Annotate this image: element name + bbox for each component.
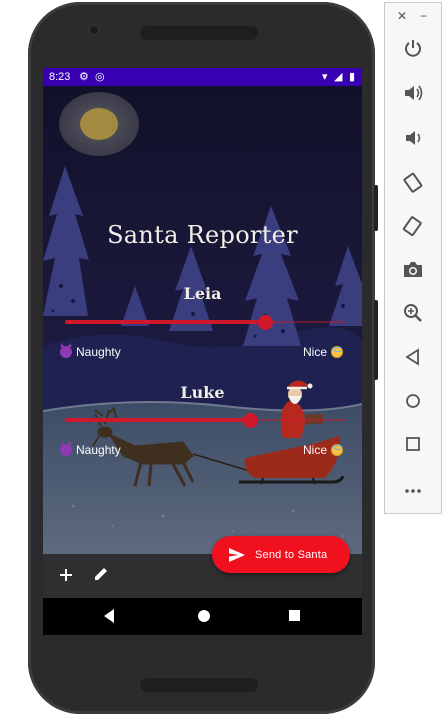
slider-inactive-track bbox=[265, 321, 345, 323]
naughty-label-leia: Naughty bbox=[60, 343, 121, 359]
back-icon[interactable] bbox=[402, 346, 424, 368]
naughty-label-text: Naughty bbox=[76, 345, 121, 359]
bottom-speaker bbox=[140, 678, 258, 692]
top-speaker bbox=[140, 26, 258, 40]
moon bbox=[80, 108, 118, 140]
settings-icon: ⚙ bbox=[79, 71, 89, 83]
power-side-button bbox=[374, 185, 378, 231]
smiling-emoji-icon bbox=[331, 346, 344, 358]
slider-active-track bbox=[65, 418, 250, 422]
more-icon[interactable] bbox=[402, 480, 424, 502]
wifi-icon: ▾ bbox=[322, 71, 328, 83]
slider-thumb[interactable] bbox=[243, 413, 258, 428]
status-bar: 8:23 ⚙ ◎ ▾ ◢ ▮ bbox=[43, 68, 362, 86]
send-icon bbox=[229, 547, 245, 562]
nav-back-icon[interactable] bbox=[102, 608, 116, 624]
sync-icon: ◎ bbox=[95, 71, 105, 83]
status-time: 8:23 bbox=[49, 71, 71, 83]
front-camera bbox=[88, 24, 100, 36]
child-name-luke: Luke bbox=[180, 383, 225, 402]
night-scene-background: Santa Reporter Leia Naughty Nice Luke Na… bbox=[43, 86, 362, 554]
naughty-label-text: Naughty bbox=[76, 443, 121, 457]
volume-down-icon[interactable] bbox=[402, 127, 424, 149]
nice-label-leia: Nice bbox=[303, 345, 344, 359]
camera-icon[interactable] bbox=[402, 259, 424, 281]
slider-thumb[interactable] bbox=[258, 315, 273, 330]
signal-icon: ◢ bbox=[334, 71, 343, 83]
overview-icon[interactable] bbox=[402, 433, 424, 455]
devil-emoji-icon bbox=[60, 441, 72, 456]
rotate-left-icon[interactable] bbox=[402, 171, 424, 193]
rotate-right-icon[interactable] bbox=[402, 215, 424, 237]
child-name-leia: Leia bbox=[183, 284, 222, 303]
send-to-santa-label: Send to Santa bbox=[255, 548, 328, 561]
naughty-nice-slider-leia[interactable] bbox=[65, 315, 345, 330]
nav-home-icon[interactable] bbox=[196, 608, 212, 624]
volume-side-button bbox=[374, 300, 378, 380]
volume-up-icon[interactable] bbox=[402, 82, 424, 104]
minimize-icon[interactable]: − bbox=[420, 9, 427, 23]
device-screen: 8:23 ⚙ ◎ ▾ ◢ ▮ Santa Reporter Leia Naugh… bbox=[43, 68, 362, 635]
zoom-icon[interactable] bbox=[402, 302, 424, 324]
close-icon[interactable]: ✕ bbox=[397, 9, 407, 23]
slider-inactive-track bbox=[250, 419, 345, 421]
home-icon[interactable] bbox=[402, 390, 424, 412]
nice-label-text: Nice bbox=[303, 345, 328, 359]
edit-icon[interactable] bbox=[93, 566, 109, 586]
nice-label-luke: Nice bbox=[303, 443, 344, 457]
slider-active-track bbox=[65, 320, 265, 324]
nice-label-text: Nice bbox=[303, 443, 328, 457]
smiling-emoji-icon bbox=[331, 444, 344, 456]
send-to-santa-button[interactable]: Send to Santa bbox=[212, 536, 350, 573]
power-icon[interactable] bbox=[402, 37, 424, 59]
emulator-toolbar: ✕ − bbox=[384, 2, 442, 514]
battery-icon: ▮ bbox=[349, 71, 356, 83]
app-title: Santa Reporter bbox=[107, 221, 298, 249]
add-icon[interactable] bbox=[59, 566, 73, 586]
android-nav-bar bbox=[43, 598, 362, 635]
nav-overview-icon[interactable] bbox=[288, 608, 302, 624]
naughty-nice-slider-luke[interactable] bbox=[65, 413, 345, 428]
devil-emoji-icon bbox=[60, 343, 72, 358]
naughty-label-luke: Naughty bbox=[60, 441, 121, 457]
